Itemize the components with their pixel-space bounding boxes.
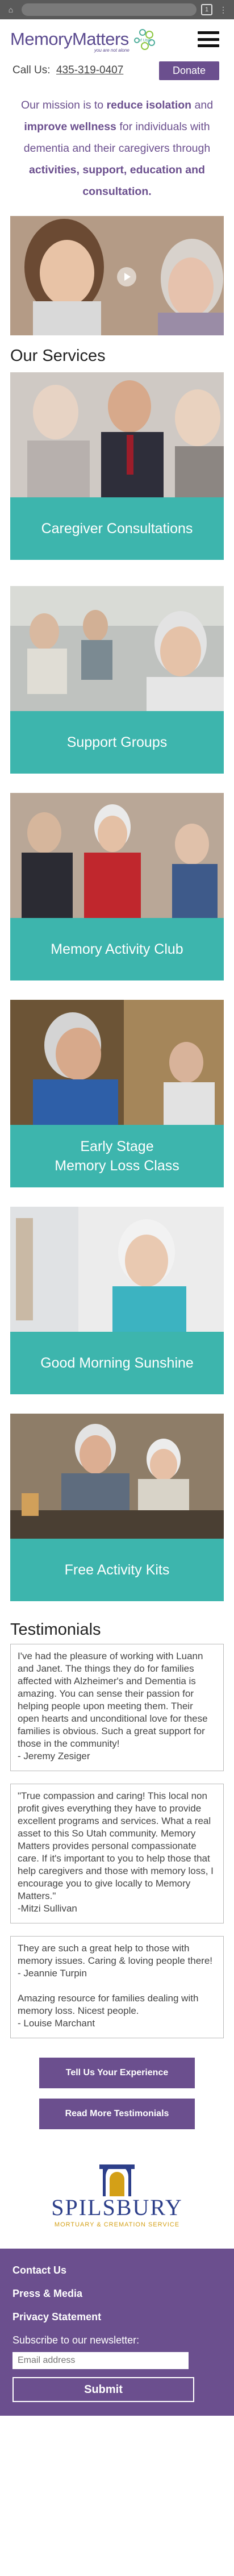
services-title: Our Services	[10, 347, 106, 365]
sponsor-subtitle: MORTUARY & CREMATION SERVICE	[54, 2221, 180, 2228]
read-more-testimonials-button[interactable]: Read More Testimonials	[39, 2099, 195, 2129]
service-label: Good Morning Sunshine	[10, 1332, 224, 1394]
newsletter-label: Subscribe to our newsletter:	[12, 2334, 140, 2346]
service-card-early-stage-memory-loss-class[interactable]: Early Stage Memory Loss Class	[10, 1000, 224, 1187]
logo-of: of Utah	[139, 39, 152, 43]
newsletter-submit-button[interactable]: Submit	[12, 2377, 194, 2402]
mission-statement: Our mission is to reduce isolation and i…	[0, 82, 234, 208]
donate-button[interactable]: Donate	[158, 61, 219, 80]
hamburger-menu-icon[interactable]	[198, 31, 219, 47]
tabs-icon[interactable]: 1	[201, 4, 212, 15]
service-photo	[10, 1414, 224, 1539]
service-label: Free Activity Kits	[10, 1539, 224, 1601]
service-photo	[10, 793, 224, 918]
sponsor-emblem-icon	[99, 2164, 135, 2196]
menu-dots-icon[interactable]: ⋮	[217, 3, 229, 16]
logo-circles-icon: of Utah	[133, 29, 155, 50]
service-label: Memory Activity Club	[10, 918, 224, 980]
service-photo	[10, 372, 224, 497]
service-photo	[10, 1207, 224, 1332]
logo-text: MemoryMatters	[10, 29, 129, 49]
footer-link-press[interactable]: Press & Media	[12, 2288, 222, 2300]
service-label: Early Stage Memory Loss Class	[10, 1125, 224, 1187]
mission-emphasis: activities, support, education and consu…	[29, 164, 205, 198]
hero-video[interactable]	[10, 216, 224, 335]
address-bar[interactable]	[22, 3, 197, 16]
sponsor-logo[interactable]: SPILSBURY MORTUARY & CREMATION SERVICE	[0, 2139, 234, 2249]
service-label: Caregiver Consultations	[10, 497, 224, 560]
service-photo	[10, 1000, 224, 1125]
call-bar: Call Us: 435-319-0407 Donate	[0, 59, 234, 82]
service-card-memory-activity-club[interactable]: Memory Activity Club	[10, 793, 224, 980]
service-photo	[10, 586, 224, 711]
site-header: MemoryMatters of Utah you are not alone	[0, 19, 234, 59]
newsletter-email-input[interactable]	[12, 2352, 189, 2369]
mission-emphasis: reduce isolation	[106, 99, 192, 111]
site-logo[interactable]: MemoryMatters of Utah you are not alone	[10, 28, 156, 53]
footer-link-contact[interactable]: Contact Us	[12, 2265, 222, 2276]
testimonial-card: "True compassion and caring! This local …	[10, 1784, 224, 1923]
service-card-good-morning-sunshine[interactable]: Good Morning Sunshine	[10, 1207, 224, 1394]
logo-tagline: you are not alone	[94, 48, 129, 53]
mission-text: and	[191, 99, 214, 111]
mission-text: Our mission is to	[20, 99, 107, 111]
sponsor-name: SPILSBURY	[51, 2195, 183, 2220]
service-card-support-groups[interactable]: Support Groups	[10, 586, 224, 774]
home-icon[interactable]: ⌂	[5, 3, 17, 16]
testimonial-card: They are such a great help to those with…	[10, 1936, 224, 2038]
browser-toolbar: ⌂ 1 ⋮	[0, 0, 234, 19]
service-card-free-activity-kits[interactable]: Free Activity Kits	[10, 1414, 224, 1601]
mission-emphasis: improve wellness	[24, 121, 116, 133]
site-footer: Contact Us Press & Media Privacy Stateme…	[0, 2249, 234, 2416]
service-card-caregiver-consultations[interactable]: Caregiver Consultations	[10, 372, 224, 560]
tell-experience-button[interactable]: Tell Us Your Experience	[39, 2058, 195, 2088]
testimonial-card: I've had the pleasure of working with Lu…	[10, 1644, 224, 1771]
service-label: Support Groups	[10, 711, 224, 774]
call-label: Call Us:	[12, 64, 51, 76]
testimonials-title: Testimonials	[10, 1621, 101, 1639]
play-icon[interactable]	[117, 267, 136, 286]
footer-link-privacy[interactable]: Privacy Statement	[12, 2311, 222, 2323]
phone-link[interactable]: 435-319-0407	[56, 64, 123, 76]
